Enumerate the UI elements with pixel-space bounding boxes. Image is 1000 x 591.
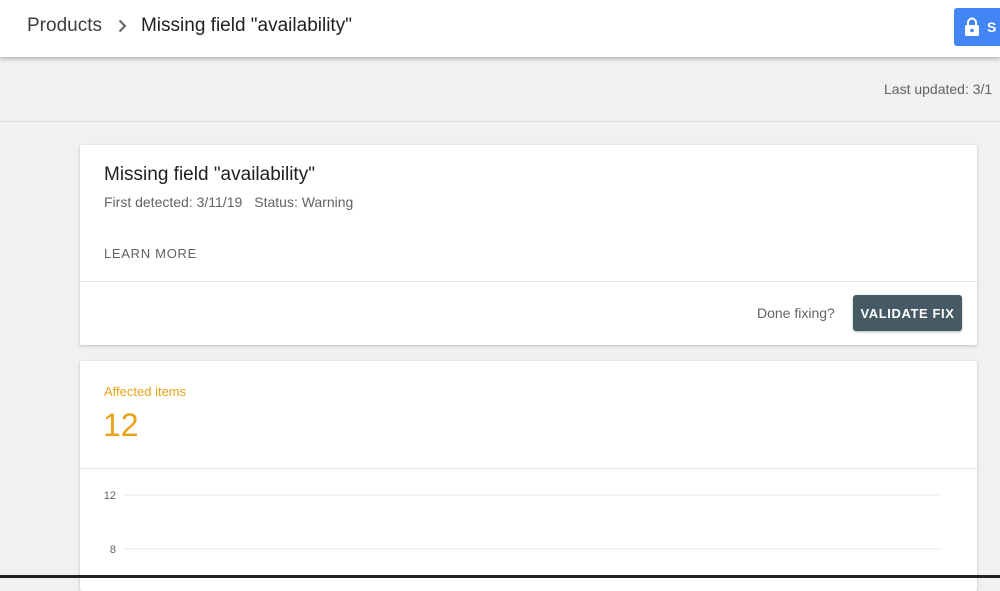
affected-items-count: 12 bbox=[103, 407, 139, 443]
subheader-bar: Last updated: 3/1 bbox=[0, 57, 1000, 122]
breadcrumb-products-link[interactable]: Products bbox=[27, 15, 102, 37]
y-tick-label-8: 8 bbox=[110, 544, 116, 556]
last-updated-text: Last updated: 3/1 bbox=[884, 81, 993, 97]
validate-fix-button[interactable]: VALIDATE FIX bbox=[853, 295, 962, 331]
affected-items-label: Affected items bbox=[104, 384, 187, 399]
issue-meta: First detected: 3/11/19 Status: Warning bbox=[104, 194, 353, 210]
top-app-bar: Products Missing field "availability" S bbox=[0, 0, 1000, 57]
affected-items-card: Affected items 12 12 8 bbox=[80, 361, 977, 591]
chevron-right-icon bbox=[118, 19, 127, 33]
lock-icon bbox=[964, 17, 980, 37]
breadcrumb: Products Missing field "availability" bbox=[27, 15, 352, 37]
card-divider bbox=[80, 281, 977, 282]
share-button-label: S bbox=[987, 19, 997, 35]
issue-title: Missing field "availability" bbox=[104, 164, 315, 185]
affected-items-chart: 12 8 bbox=[104, 490, 942, 556]
share-button[interactable]: S bbox=[954, 8, 1000, 46]
learn-more-link[interactable]: LEARN MORE bbox=[104, 246, 197, 261]
breadcrumb-current-page: Missing field "availability" bbox=[140, 15, 352, 36]
issue-details-card: Missing field "availability" First detec… bbox=[80, 145, 977, 345]
done-fixing-label: Done fixing? bbox=[757, 305, 835, 321]
first-detected-text: First detected: 3/11/19 bbox=[104, 194, 243, 210]
y-tick-label-12: 12 bbox=[104, 490, 116, 502]
status-text: Status: Warning bbox=[254, 194, 354, 210]
